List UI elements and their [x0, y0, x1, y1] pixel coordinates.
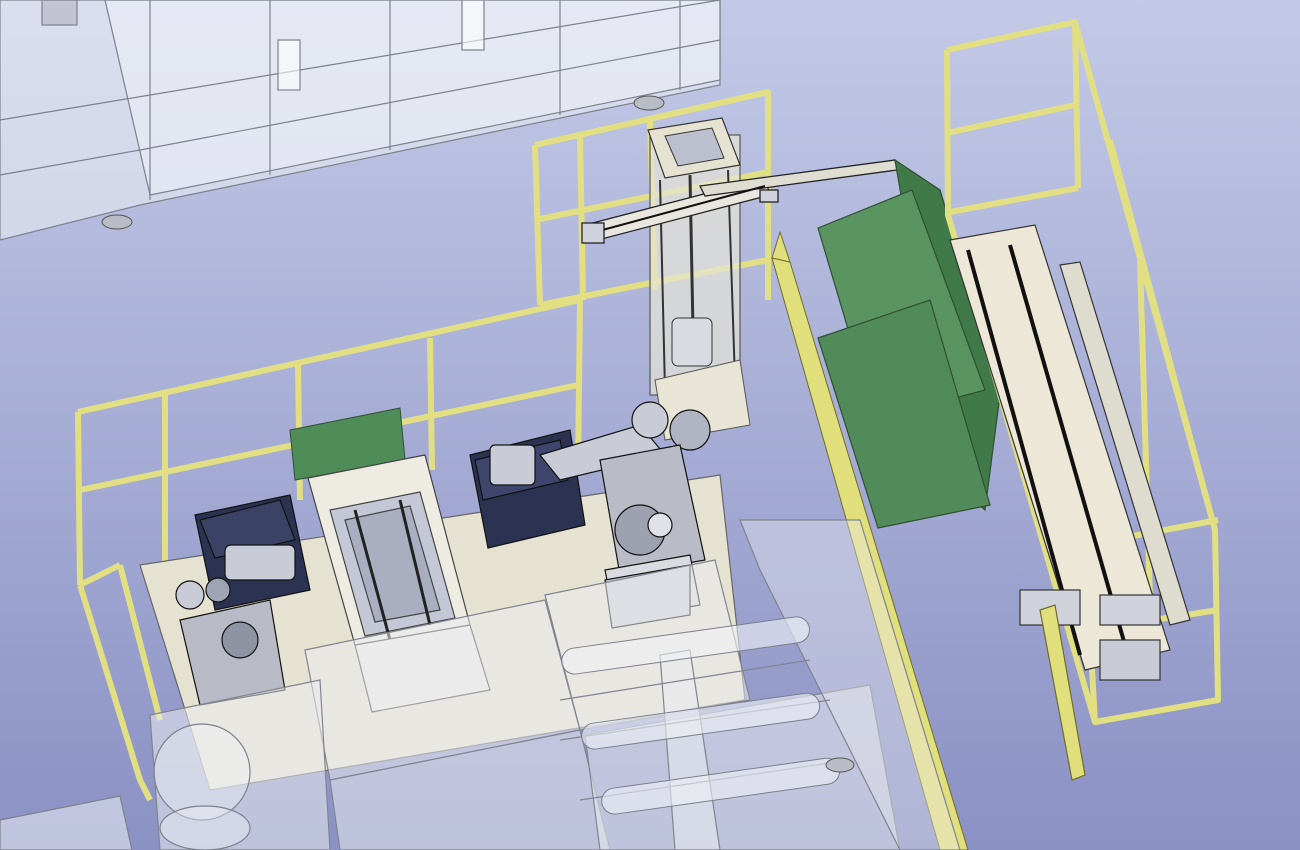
leveling-foot	[825, 757, 855, 773]
cad-3d-viewport[interactable]	[0, 0, 1300, 850]
assembly-scene[interactable]	[0, 0, 1300, 850]
gantry-column[interactable]	[647, 117, 751, 441]
